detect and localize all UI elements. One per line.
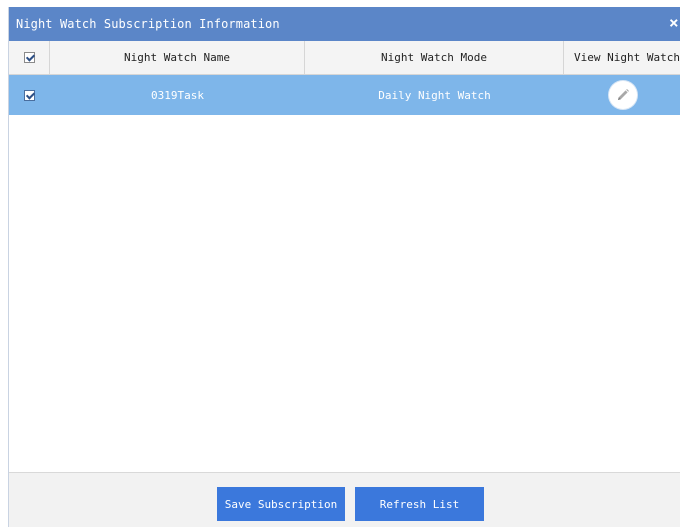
row-night-watch-mode: Daily Night Watch xyxy=(378,88,491,102)
row-checkbox[interactable] xyxy=(24,89,35,101)
row-view-cell xyxy=(564,75,680,115)
dialog-titlebar: Night Watch Subscription Information × xyxy=(9,7,680,41)
subscription-dialog: Night Watch Subscription Information × N… xyxy=(8,7,680,527)
table-row[interactable]: 0319Task Daily Night Watch xyxy=(9,75,680,115)
row-select-cell xyxy=(9,75,50,115)
close-icon[interactable]: × xyxy=(669,7,680,41)
dialog-title: Night Watch Subscription Information xyxy=(16,17,280,31)
night-watch-table: Night Watch Name Night Watch Mode View N… xyxy=(9,41,680,473)
select-all-checkbox[interactable] xyxy=(23,52,35,63)
pencil-edit-icon xyxy=(617,89,629,100)
refresh-list-button[interactable]: Refresh List xyxy=(355,487,484,521)
view-night-watch-button[interactable] xyxy=(608,81,637,109)
table-header-row: Night Watch Name Night Watch Mode View N… xyxy=(9,41,680,75)
row-night-watch-name: 0319Task xyxy=(151,88,204,102)
header-night-watch-mode[interactable]: Night Watch Mode xyxy=(305,41,564,74)
dialog-footer: Save Subscription Refresh List xyxy=(9,473,680,527)
save-subscription-button[interactable]: Save Subscription xyxy=(217,487,345,521)
header-view-night-watch[interactable]: View Night Watch xyxy=(564,41,680,74)
header-select-cell xyxy=(9,41,50,74)
header-night-watch-name[interactable]: Night Watch Name xyxy=(50,41,305,74)
